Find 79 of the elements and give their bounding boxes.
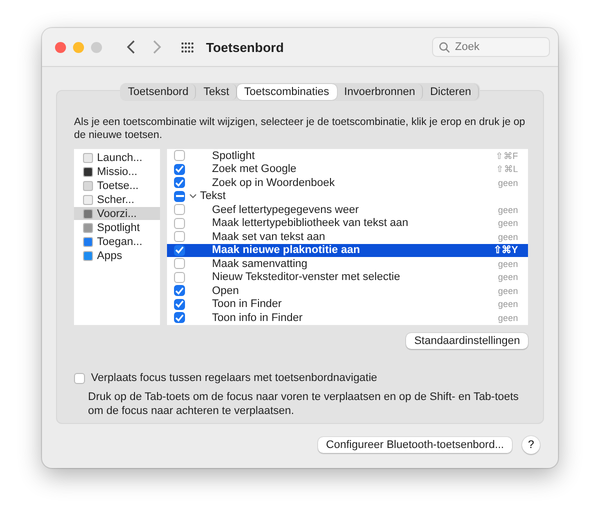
shortcut-row[interactable]: Zoek op in Woordenboek geen [167, 176, 528, 190]
back-icon[interactable] [127, 40, 135, 54]
shortcut-row[interactable]: Open geen [167, 284, 528, 298]
shortcut-label: Open [212, 284, 240, 297]
tab[interactable]: Invoerbronnen [337, 84, 424, 100]
shortcut-row[interactable]: Maak lettertypebibliotheek van tekst aan geen [167, 216, 528, 230]
shortcut-row[interactable]: Toon info in Finder geen [167, 311, 528, 324]
shortcut-label: Maak nieuwe plaknotitie aan [212, 244, 361, 256]
category-item[interactable]: Scher... [74, 193, 160, 206]
checkbox[interactable] [174, 204, 185, 216]
bluetooth-button[interactable]: Configureer Bluetooth-toetsenbord... [318, 437, 512, 453]
shortcut-key: geen [498, 204, 518, 215]
category-item[interactable]: Toegan... [74, 235, 160, 248]
forward-icon[interactable] [153, 40, 161, 54]
search-field[interactable]: Zoek [432, 37, 550, 57]
shortcut-label: Zoek met Google [212, 163, 298, 176]
shortcut-label: Nieuw Teksteditor-venster met selectie [212, 271, 402, 284]
category-item[interactable]: Launch... [74, 151, 160, 164]
checkbox[interactable] [174, 231, 185, 242]
close-button[interactable] [55, 42, 66, 52]
tab[interactable]: Toetscombinaties [237, 84, 338, 100]
checkbox[interactable] [174, 298, 185, 310]
shortcut-label: Maak set van tekst aan [212, 230, 326, 243]
shortcut-label: Toon info in Finder [212, 312, 304, 324]
chevron-icon[interactable] [189, 193, 197, 200]
checkbox[interactable] [74, 372, 85, 384]
checkbox[interactable] [174, 164, 185, 175]
checkbox[interactable] [174, 177, 185, 188]
minimize-button[interactable] [73, 42, 84, 52]
search-icon [439, 42, 450, 52]
checkbox[interactable] [174, 285, 185, 296]
checkbox[interactable] [174, 312, 185, 324]
checkbox[interactable] [174, 244, 185, 256]
shortcut-key: geen [498, 218, 518, 228]
dash-icon [176, 195, 184, 198]
checkbox[interactable] [174, 258, 185, 270]
shortcut-row[interactable]: Maak set van tekst aan geen [167, 230, 528, 244]
shortcut-row[interactable]: Spotlight ⇧⌘F [167, 149, 528, 162]
shortcut-row[interactable]: Maak nieuwe plaknotitie aan ⇧⌘Y [167, 244, 528, 257]
shortcut-row[interactable]: Geef lettertypegegevens weer geen [167, 203, 528, 216]
shortcut-key: geen [498, 232, 518, 242]
checkbox-label: Verplaats focus tussen regelaars met toetsenbordnavigatie [91, 372, 378, 384]
checkbox[interactable] [174, 150, 185, 162]
checkbox[interactable] [174, 272, 185, 283]
checkbox[interactable] [174, 190, 185, 202]
shortcut-key: ⇧⌘F [496, 150, 518, 161]
shortcut-key: geen [498, 178, 518, 188]
shortcut-key: geen [498, 312, 518, 323]
category-item[interactable]: Apps [74, 249, 160, 262]
category-item[interactable]: Spotlight [74, 221, 160, 234]
category-item[interactable]: Missio... [74, 165, 160, 178]
checkmark-icon [175, 246, 184, 254]
shortcut-row[interactable]: Nieuw Teksteditor-venster met selectie geen [167, 270, 528, 284]
checkbox[interactable] [174, 218, 185, 229]
shortcut-row[interactable]: Maak samenvatting geen [167, 257, 528, 270]
description-text: Druk op de Tab-toets om de focus naar voren te verplaatsen en op de Shift- en Tab-toets om de focus naar achteren te verplaatsen. [88, 390, 520, 418]
shortcut-label: Toon in Finder [212, 298, 283, 310]
shortcut-key: ⇧⌘L [496, 164, 518, 174]
shortcut-label: Spotlight [212, 150, 256, 162]
shortcut-key: geen [498, 299, 518, 310]
shortcut-label: Geef lettertypegegevens weer [212, 204, 360, 216]
shortcut-key: geen [498, 272, 518, 282]
shortcut-key: ⇧⌘Y [493, 244, 518, 256]
category-item[interactable]: Voorzi... [74, 207, 160, 220]
shortcut-label: Zoek op in Woordenboek [212, 176, 336, 189]
grid-icon[interactable] [181, 42, 194, 52]
window-title: Toetsenbord [206, 40, 285, 54]
defaults-button[interactable]: Standaardinstellingen [406, 333, 528, 349]
shortcut-row[interactable]: Toon in Finder geen [167, 298, 528, 311]
shortcut-key: geen [498, 286, 518, 296]
zoom-button[interactable] [91, 42, 102, 52]
shortcut-label: Maak lettertypebibliotheek van tekst aan [212, 217, 410, 230]
shortcut-row[interactable]: Zoek met Google ⇧⌘L [167, 162, 528, 176]
help-button[interactable]: ? [522, 436, 540, 454]
shortcut-label: Maak samenvatting [212, 258, 308, 270]
instruction-text: Als je een toetscombinatie wilt wijzigen, selecteer je de toetscombinatie, klik je erop en druk je op de nieuwe toetsen. [74, 116, 526, 142]
category-item[interactable]: Toetse... [74, 179, 160, 192]
shortcut-key: geen [498, 258, 518, 269]
group-label: Tekst [200, 190, 227, 202]
